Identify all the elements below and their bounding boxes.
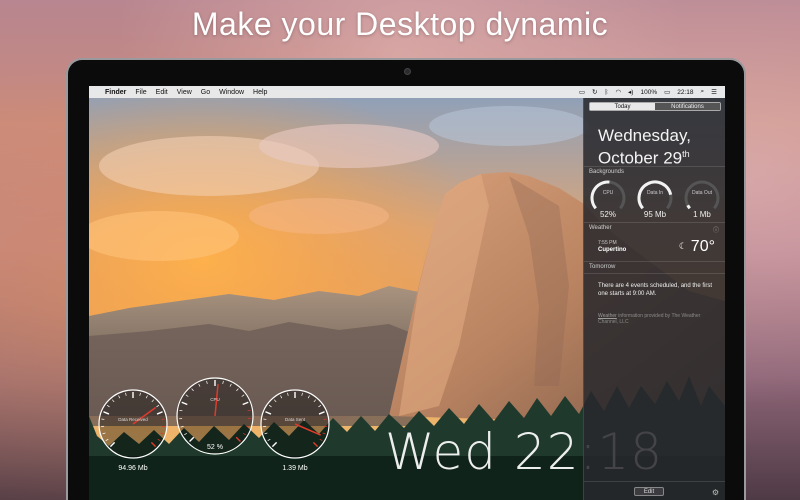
nc-date-month-day: October 29 [598,148,683,168]
divider [584,222,725,223]
weather-temperature: 70° [690,238,715,255]
menu-go[interactable]: Go [201,89,210,96]
nc-gauge-value: 95 Mb [643,210,667,219]
menu-file[interactable]: File [135,89,146,96]
nc-date: Wednesday, October 29th [598,126,691,168]
divider [584,481,725,482]
menu-window[interactable]: Window [219,89,244,96]
notification-center: Today Notifications Wednesday, October 2… [583,98,725,500]
tab-today[interactable]: Today [590,103,655,110]
screen: Finder File Edit View Go Window Help ▭ ↻… [89,86,725,500]
nc-gauge-title: Data Out [691,190,712,196]
gauge-fill [686,204,691,210]
section-weather-label: Weather [589,225,612,231]
desktop-gauge-reading: 1.39 Mb [282,465,308,472]
notification-center-icon[interactable]: ☰ [711,88,717,96]
tab-notifications[interactable]: Notifications [655,103,720,110]
desktop-gauge-label: CPU [210,397,220,402]
divider [584,261,725,262]
info-icon[interactable]: ⓘ [713,225,719,234]
menubar-clock[interactable]: 22:18 [677,89,693,96]
desktop-gauge-data-sent [260,389,330,459]
menu-app-finder[interactable]: Finder [105,89,126,96]
spotlight-icon[interactable]: ⌕ [701,88,705,96]
divider [584,166,725,167]
menu-edit[interactable]: Edit [156,89,168,96]
status-area: ▭ ↻ ᛒ ◠ ◂) 100% ▭ 22:18 ⌕ ☰ [579,88,725,96]
weather-city: Cupertino [598,247,627,253]
desktop-gauge-reading: 52 % [207,444,223,451]
menu-view[interactable]: View [177,89,192,96]
desktop-gauge-reading: 94.96 Mb [118,465,148,472]
nc-date-suffix: th [682,149,690,159]
battery-percent[interactable]: 100% [640,89,657,96]
nc-gauge-title: Data In [646,190,664,196]
weather-provider: Weather information provided by The Weat… [598,313,720,325]
tomorrow-events-text: There are 4 events scheduled, and the fi… [598,283,713,297]
time-machine-icon[interactable]: ↻ [592,88,597,96]
nc-gauge-value: 52% [599,210,616,219]
section-tomorrow-label: Tomorrow [589,264,616,270]
weather-time: 7:55 PM [598,240,617,246]
edit-button[interactable]: Edit [634,487,664,496]
divider [584,273,725,274]
camera-dot [404,68,411,75]
nc-date-weekday: Wednesday, [598,126,691,145]
bluetooth-icon[interactable]: ᛒ [604,89,608,96]
volume-icon[interactable]: ◂) [628,88,633,96]
desktop-gauge-data-received [98,389,168,459]
airplay-icon[interactable]: ▭ [579,88,585,96]
laptop-frame: Finder File Edit View Go Window Help ▭ ↻… [66,58,746,500]
section-backgrounds-label: Backgrounds [589,169,625,175]
moon-cloud-icon: ☾ [678,241,687,251]
nc-gauge-title: CPU [602,190,614,196]
desktop-gauge-label: Data Received [118,417,148,422]
desktop-gauge-label: Data Sent [284,417,305,422]
headline: Make your Desktop dynamic [191,6,609,42]
wifi-icon[interactable]: ◠ [615,88,621,96]
battery-icon[interactable]: ▭ [664,88,670,96]
menu-help[interactable]: Help [253,89,267,96]
nc-gauge-value: 1 Mb [693,210,711,219]
gear-icon[interactable]: ⚙ [712,488,719,497]
nc-segmented-control: Today Notifications [589,102,721,111]
menu-bar: Finder File Edit View Go Window Help ▭ ↻… [89,86,725,98]
